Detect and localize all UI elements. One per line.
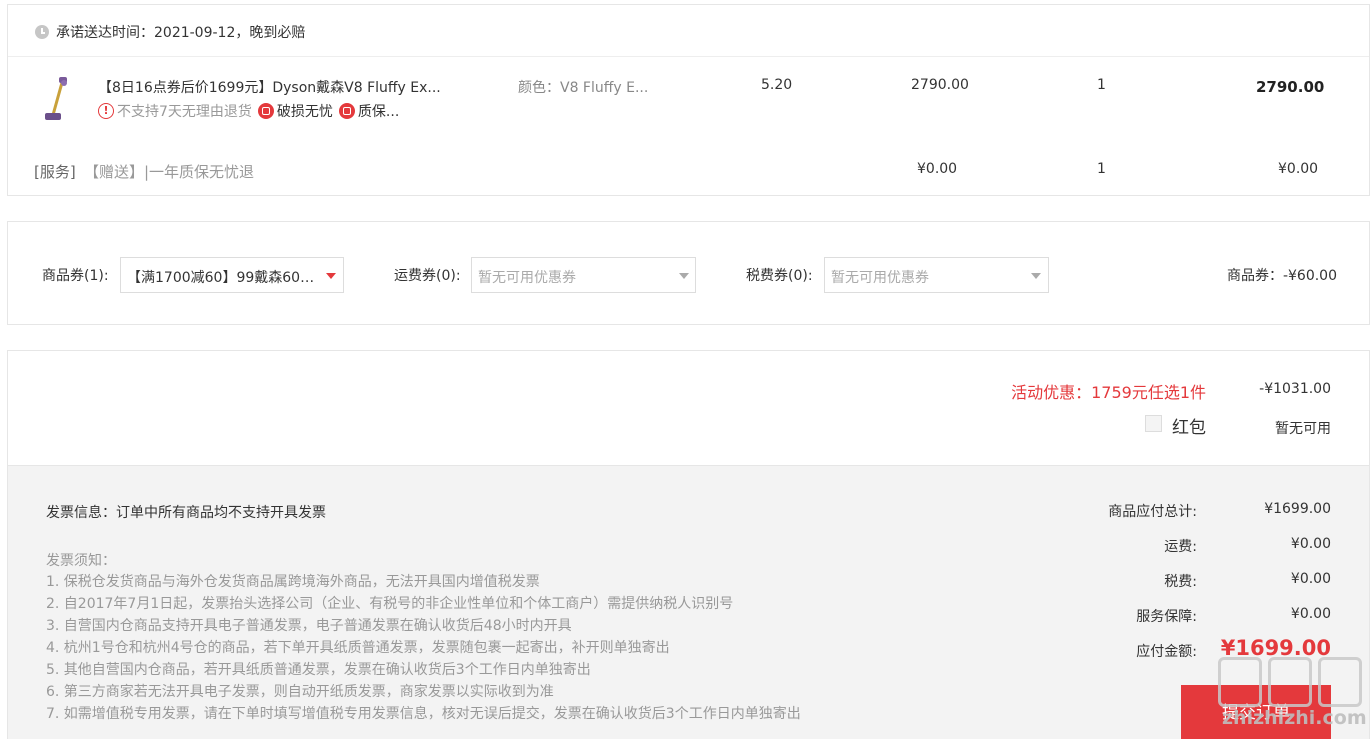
list-item: 1. 保税仓发货商品与海外仓发货商品属跨境海外商品，无法开具国内增值税发票 [46, 574, 540, 590]
invoice-notice-title: 发票须知： [46, 553, 116, 569]
clock-icon [35, 25, 49, 39]
service-gift: 【赠送】|一年质保无忧退 [84, 163, 255, 181]
activity-amount: -¥1031.00 [1259, 381, 1331, 397]
tag-warranty-label: 质保... [357, 104, 400, 120]
coupon-discount: 商品券：-¥60.00 [1226, 268, 1337, 284]
tax-coupon-select[interactable]: 暂无可用优惠券 [824, 257, 1049, 293]
delivery-time: 承诺送达时间：2021-09-12，晚到必赔 [56, 25, 306, 41]
promotions-panel: 活动优惠：1759元任选1件 -¥1031.00 红包 暂无可用 [7, 350, 1370, 466]
caret-down-icon [1031, 273, 1041, 279]
tag-warranty[interactable]: 质保... [338, 101, 400, 121]
product-quantity: 1 [1097, 77, 1106, 93]
shield-badge-icon [338, 103, 355, 119]
product-total: 2790.00 [1256, 78, 1325, 96]
service-row: [服务] 【赠送】|一年质保无忧退 ¥0.00 1 ¥0.00 [8, 155, 1369, 185]
product-thumbnail[interactable] [39, 75, 79, 125]
delivery-row: 承诺送达时间：2021-09-12，晚到必赔 [8, 5, 1369, 57]
product-panel: 承诺送达时间：2021-09-12，晚到必赔 【8日16点券后价1699元】Dy… [7, 4, 1370, 196]
tag-no-return-label: 不支持7天无理由退货 [117, 104, 252, 120]
hongbao-label: 红包 [1172, 418, 1206, 438]
tag-damage-label: 破损无忧 [276, 104, 333, 120]
hongbao-status: 暂无可用 [1275, 421, 1331, 437]
goods-coupon-label: 商品券(1): [42, 268, 109, 284]
product-price: 2790.00 [911, 77, 969, 93]
submit-order-button[interactable]: 提交订单 [1181, 685, 1331, 739]
goods-total-value: ¥1699.00 [1264, 501, 1331, 517]
activity-promotion: 活动优惠：1759元任选1件 [1011, 383, 1206, 402]
service-total: ¥0.00 [1278, 161, 1319, 177]
shipping-coupon-label: 运费券(0): [394, 268, 461, 284]
tag-damage[interactable]: 破损无忧 [257, 101, 333, 121]
coupon-panel: 商品券(1): 【满1700减60】99戴森60元... 运费券(0): 暂无可… [7, 221, 1370, 325]
tax-label: 税费: [1164, 574, 1197, 590]
shield-badge-icon [257, 103, 274, 119]
service-guarantee-label: 服务保障: [1136, 609, 1197, 625]
service-price: ¥0.00 [917, 161, 958, 177]
list-item: 6. 第三方商家若无法开具电子发票，则自动开纸质发票，商家发票以实际收到为准 [46, 684, 554, 700]
goods-total-label: 商品应付总计: [1108, 504, 1197, 520]
goods-coupon-select[interactable]: 【满1700减60】99戴森60元... [120, 257, 344, 293]
service-guarantee-value: ¥0.00 [1290, 606, 1331, 622]
product-color: 颜色：V8 Fluffy E... [518, 80, 649, 96]
list-item: 4. 杭州1号仓和杭州4号仓的商品，若下单开具纸质普通发票，发票随包裹一起寄出，… [46, 640, 670, 656]
payable-amount: ¥1699.00 [1220, 636, 1331, 660]
product-title[interactable]: 【8日16点券后价1699元】Dyson戴森V8 Fluffy Ex... [98, 77, 458, 97]
service-tags: ! 不支持7天无理由退货 破损无忧 质保... [98, 101, 399, 121]
list-item: 7. 如需增值税专用发票，请在下单时填写增值税专用发票信息，核对无误后提交，发票… [46, 706, 801, 722]
exclamation-icon: ! [98, 103, 114, 119]
caret-down-icon [679, 273, 689, 279]
shipping-coupon-select[interactable]: 暂无可用优惠券 [471, 257, 696, 293]
summary-panel: 发票信息：订单中所有商品均不支持开具发票 发票须知： 1. 保税仓发货商品与海外… [7, 465, 1370, 739]
caret-down-icon [326, 273, 336, 279]
payable-label: 应付金额: [1136, 644, 1197, 660]
list-item: 2. 自2017年7月1日起，发票抬头选择公司（企业、有税号的非企业性单位和个体… [46, 596, 734, 612]
tax-value: ¥0.00 [1290, 571, 1331, 587]
tax-coupon-label: 税费券(0): [746, 268, 813, 284]
invoice-notice-list: 1. 保税仓发货商品与海外仓发货商品属跨境海外商品，无法开具国内增值税发票 2.… [46, 571, 846, 725]
service-quantity: 1 [1097, 161, 1106, 177]
list-item: 5. 其他自营国内仓商品，若开具纸质普通发票，发票在确认收货后3个工作日内单独寄… [46, 662, 591, 678]
hongbao-checkbox[interactable] [1145, 415, 1162, 432]
invoice-info: 发票信息：订单中所有商品均不支持开具发票 [46, 505, 326, 521]
tag-no-return[interactable]: ! 不支持7天无理由退货 [98, 101, 252, 121]
product-tax: 5.20 [761, 77, 793, 93]
service-label: [服务] [34, 163, 76, 181]
list-item: 3. 自营国内仓商品支持开具电子普通发票，电子普通发票在确认收货后48小时内开具 [46, 618, 572, 634]
shipping-value: ¥0.00 [1290, 536, 1331, 552]
shipping-label: 运费: [1164, 539, 1197, 555]
